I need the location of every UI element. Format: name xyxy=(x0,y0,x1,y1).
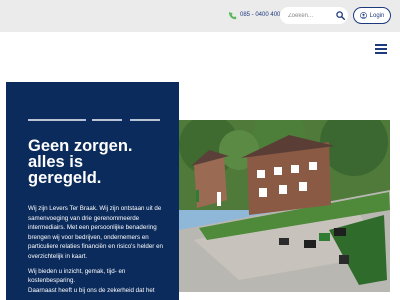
hero-panel: Geen zorgen. alles is geregeld. Wij zijn… xyxy=(6,82,179,300)
slider-indicator-2[interactable] xyxy=(92,119,122,121)
login-label: Login xyxy=(369,12,385,19)
phone-number[interactable]: 085 - 0400 400 xyxy=(240,10,280,20)
hero-paragraph-2-line-2: Daarnaast heeft u bij ons de zekerheid d… xyxy=(28,286,155,294)
headline-line-2: alles is xyxy=(28,153,84,171)
hero-headline: Geen zorgen. alles is geregeld. xyxy=(28,137,173,187)
headline-line-1: Geen zorgen. xyxy=(28,137,133,155)
user-icon xyxy=(359,12,367,19)
slider-indicator-3[interactable] xyxy=(130,119,160,121)
search-icon[interactable] xyxy=(336,11,345,20)
hero-photo xyxy=(179,120,390,292)
hero-paragraph-1: Wij zijn Levers Ter Braak. Wij zijn onts… xyxy=(28,205,163,260)
top-bar: 085 - 0400 400 Login xyxy=(0,0,400,32)
headline-line-3: geregeld. xyxy=(28,169,102,187)
hero-body: Wij zijn Levers Ter Braak. Wij zijn onts… xyxy=(28,204,173,295)
hamburger-menu-icon[interactable] xyxy=(375,44,387,54)
hero-paragraph-2-line-1: Wij bieden u inzicht, gemak, tijd- en ko… xyxy=(28,267,126,285)
phone-icon[interactable] xyxy=(229,12,237,20)
login-button[interactable]: Login xyxy=(353,7,391,24)
slider-indicator-1[interactable] xyxy=(28,119,86,121)
